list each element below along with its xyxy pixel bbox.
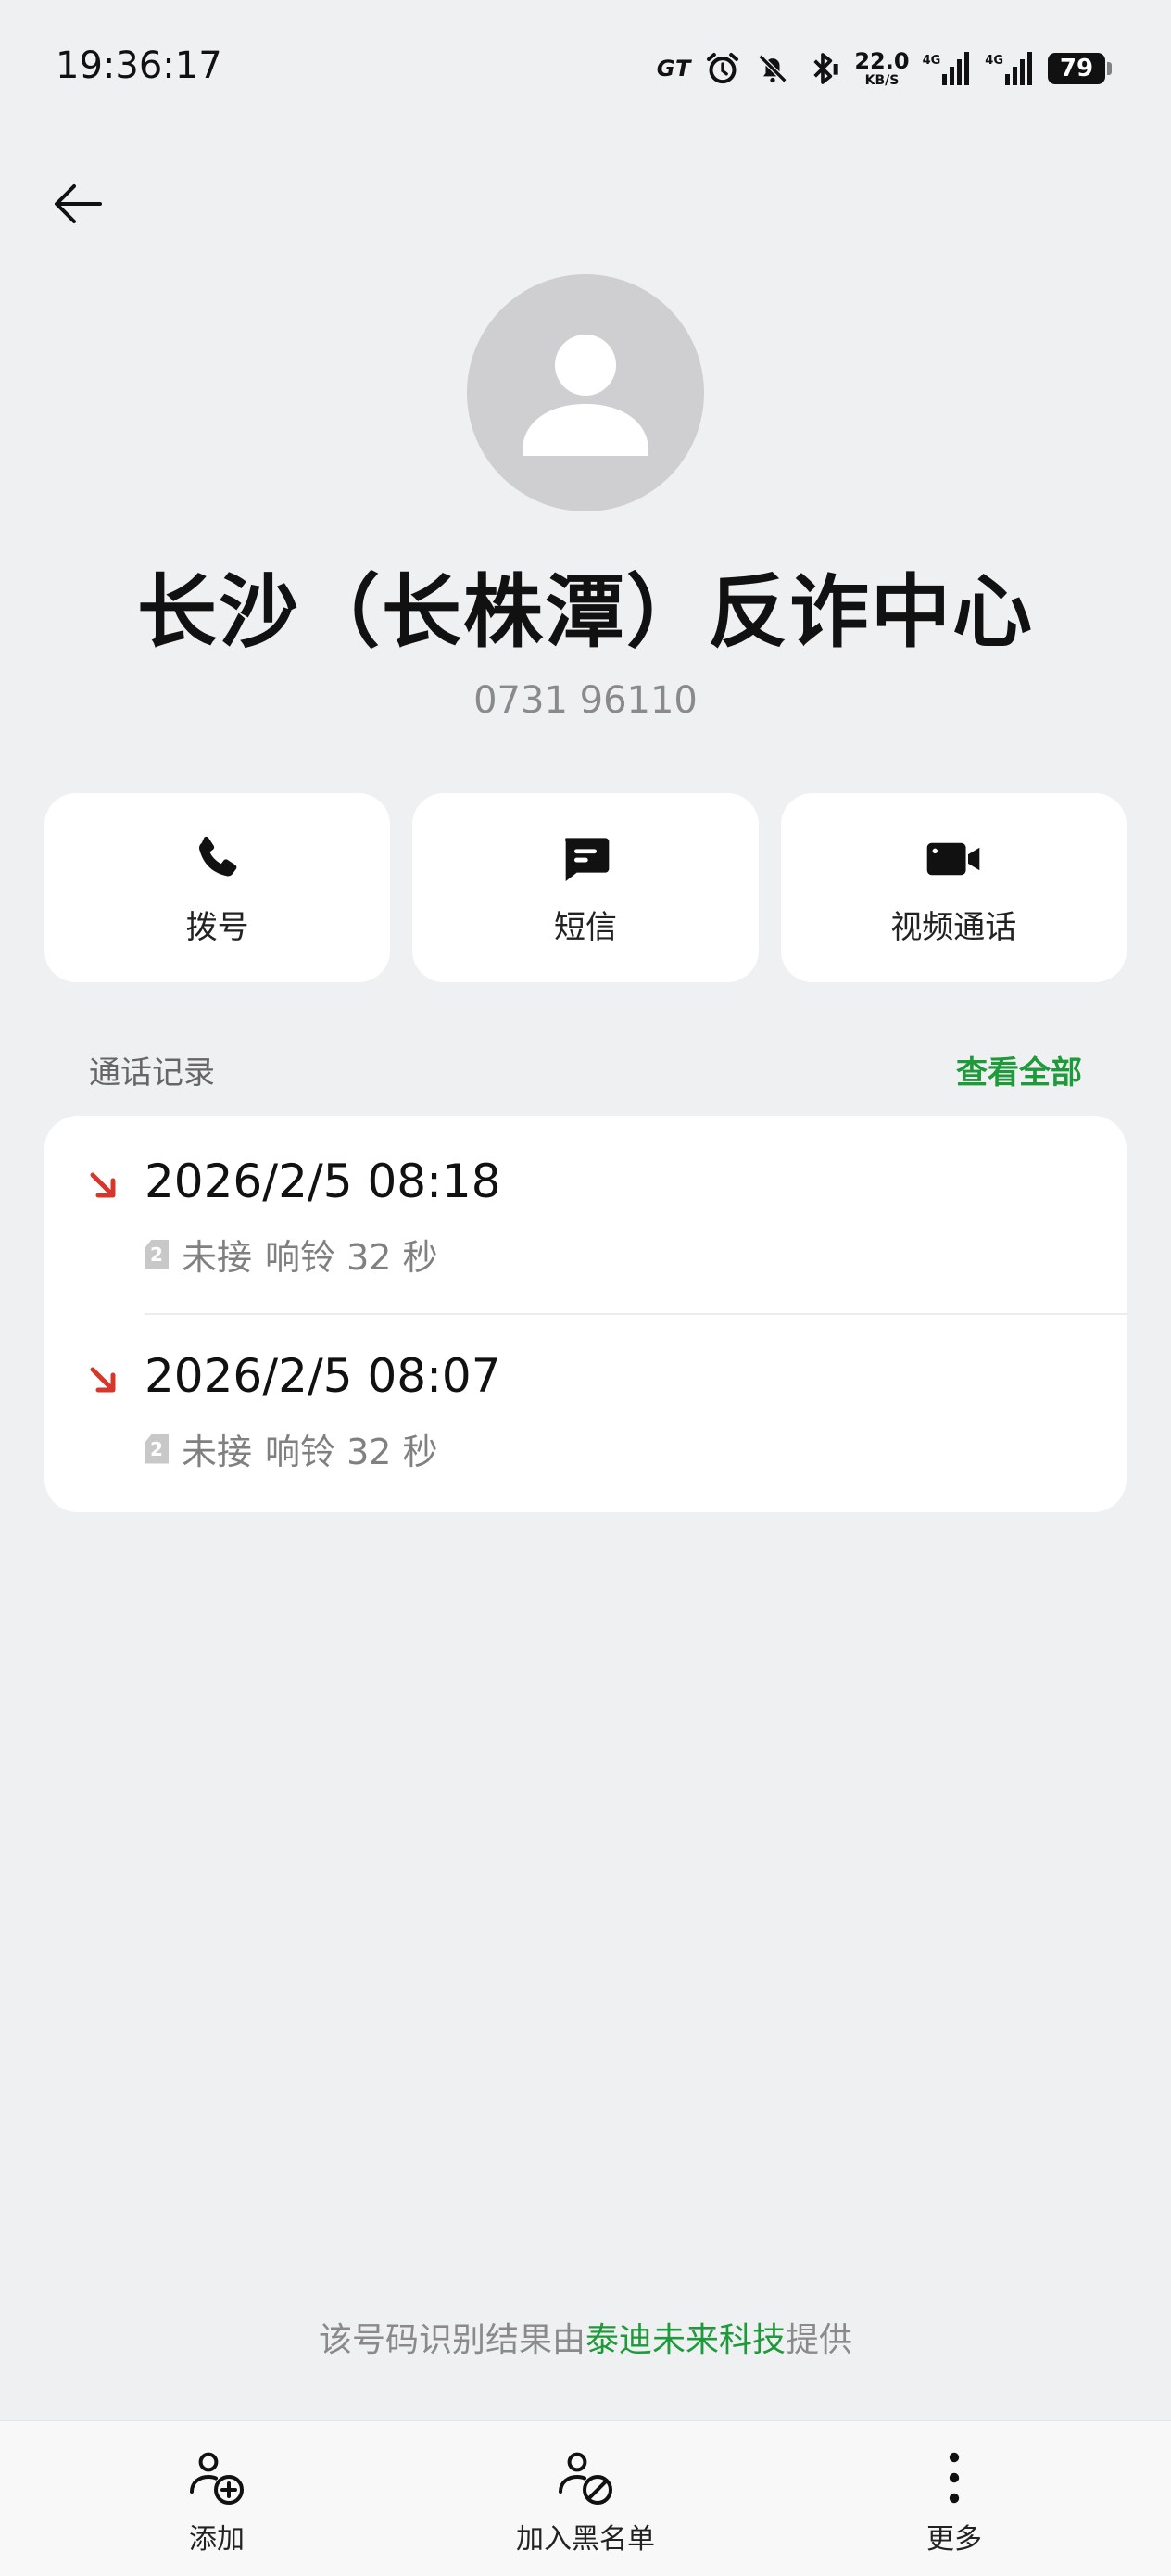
call-status: 未接 — [182, 1237, 253, 1278]
status-time: 19:36:17 — [56, 44, 222, 87]
gt-mode-icon: GT — [656, 56, 692, 82]
call-log-entry[interactable]: 2026/2/5 08:07 2 未接 响铃 32 秒 — [44, 1310, 1127, 1505]
signal-sim1-icon: 4G — [923, 50, 973, 87]
attribution-text: 该号码识别结果由泰迪未来科技提供 — [318, 2321, 853, 2359]
dial-button[interactable]: 拨号 — [44, 793, 391, 982]
blacklist-button[interactable]: 加入黑名单 — [447, 2421, 724, 2576]
message-icon — [556, 829, 615, 889]
call-log-title: 通话记录 — [89, 1054, 215, 1092]
call-datetime: 2026/2/5 08:07 — [145, 1349, 501, 1403]
status-bar: 19:36:17 GT 22.0 KB/S 4G 4G 79 — [0, 0, 1171, 139]
add-contact-button[interactable]: 添加 — [78, 2421, 356, 2576]
attribution-brand-link[interactable]: 泰迪未来科技 — [586, 2321, 786, 2359]
back-button[interactable] — [41, 167, 115, 241]
video-call-label: 视频通话 — [890, 908, 1017, 946]
block-contact-icon — [555, 2447, 616, 2508]
video-camera-icon — [924, 829, 983, 889]
sms-label: 短信 — [553, 908, 617, 946]
more-button[interactable]: 更多 — [815, 2421, 1093, 2576]
ring-duration: 响铃 32 秒 — [265, 1432, 438, 1472]
action-row: 拨号 短信 视频通话 — [44, 793, 1127, 982]
contact-name: 长沙（长株潭）反诈中心 — [137, 566, 1034, 659]
phone-icon — [188, 829, 247, 889]
bottom-toolbar: 添加 加入黑名单 更多 — [0, 2420, 1171, 2576]
battery-level: 79 — [1048, 53, 1105, 84]
dial-label: 拨号 — [185, 908, 249, 946]
missed-call-arrow-icon — [90, 1172, 116, 1198]
call-datetime: 2026/2/5 08:18 — [145, 1155, 501, 1208]
signal-sim2-icon: 4G — [985, 50, 1035, 87]
add-contact-icon — [186, 2447, 247, 2508]
status-icons: GT 22.0 KB/S 4G 4G 79 — [657, 43, 1112, 95]
sim-card-icon: 2 — [145, 1433, 169, 1464]
mute-bell-icon — [754, 50, 791, 87]
video-call-button[interactable]: 视频通话 — [780, 793, 1127, 982]
call-meta: 2 未接 响铃 32 秒 — [145, 1229, 438, 1280]
call-log-entry[interactable]: 2026/2/5 08:18 2 未接 响铃 32 秒 — [44, 1116, 1127, 1310]
alarm-icon — [704, 50, 741, 87]
view-all-link[interactable]: 查看全部 — [956, 1047, 1082, 1092]
blacklist-label: 加入黑名单 — [516, 2523, 655, 2556]
battery-icon: 79 — [1048, 53, 1112, 84]
call-status: 未接 — [182, 1432, 253, 1472]
back-arrow-icon — [55, 184, 102, 223]
missed-call-arrow-icon — [90, 1367, 116, 1393]
sms-button[interactable]: 短信 — [412, 793, 759, 982]
network-speed: 22.0 KB/S — [854, 48, 910, 88]
more-vertical-icon — [924, 2447, 985, 2508]
call-log-list: 2026/2/5 08:18 2 未接 响铃 32 秒 2026/2/5 08:… — [44, 1116, 1128, 1512]
call-meta: 2 未接 响铃 32 秒 — [145, 1423, 438, 1474]
contact-number: 0731 96110 — [473, 679, 698, 722]
add-contact-label: 添加 — [189, 2523, 245, 2556]
more-label: 更多 — [926, 2523, 982, 2556]
ring-duration: 响铃 32 秒 — [265, 1237, 438, 1278]
person-icon — [523, 335, 648, 456]
call-log-header: 通话记录 查看全部 — [89, 1047, 1082, 1092]
sim-card-icon: 2 — [145, 1239, 169, 1269]
bluetooth-icon — [804, 50, 841, 87]
avatar — [467, 274, 704, 511]
